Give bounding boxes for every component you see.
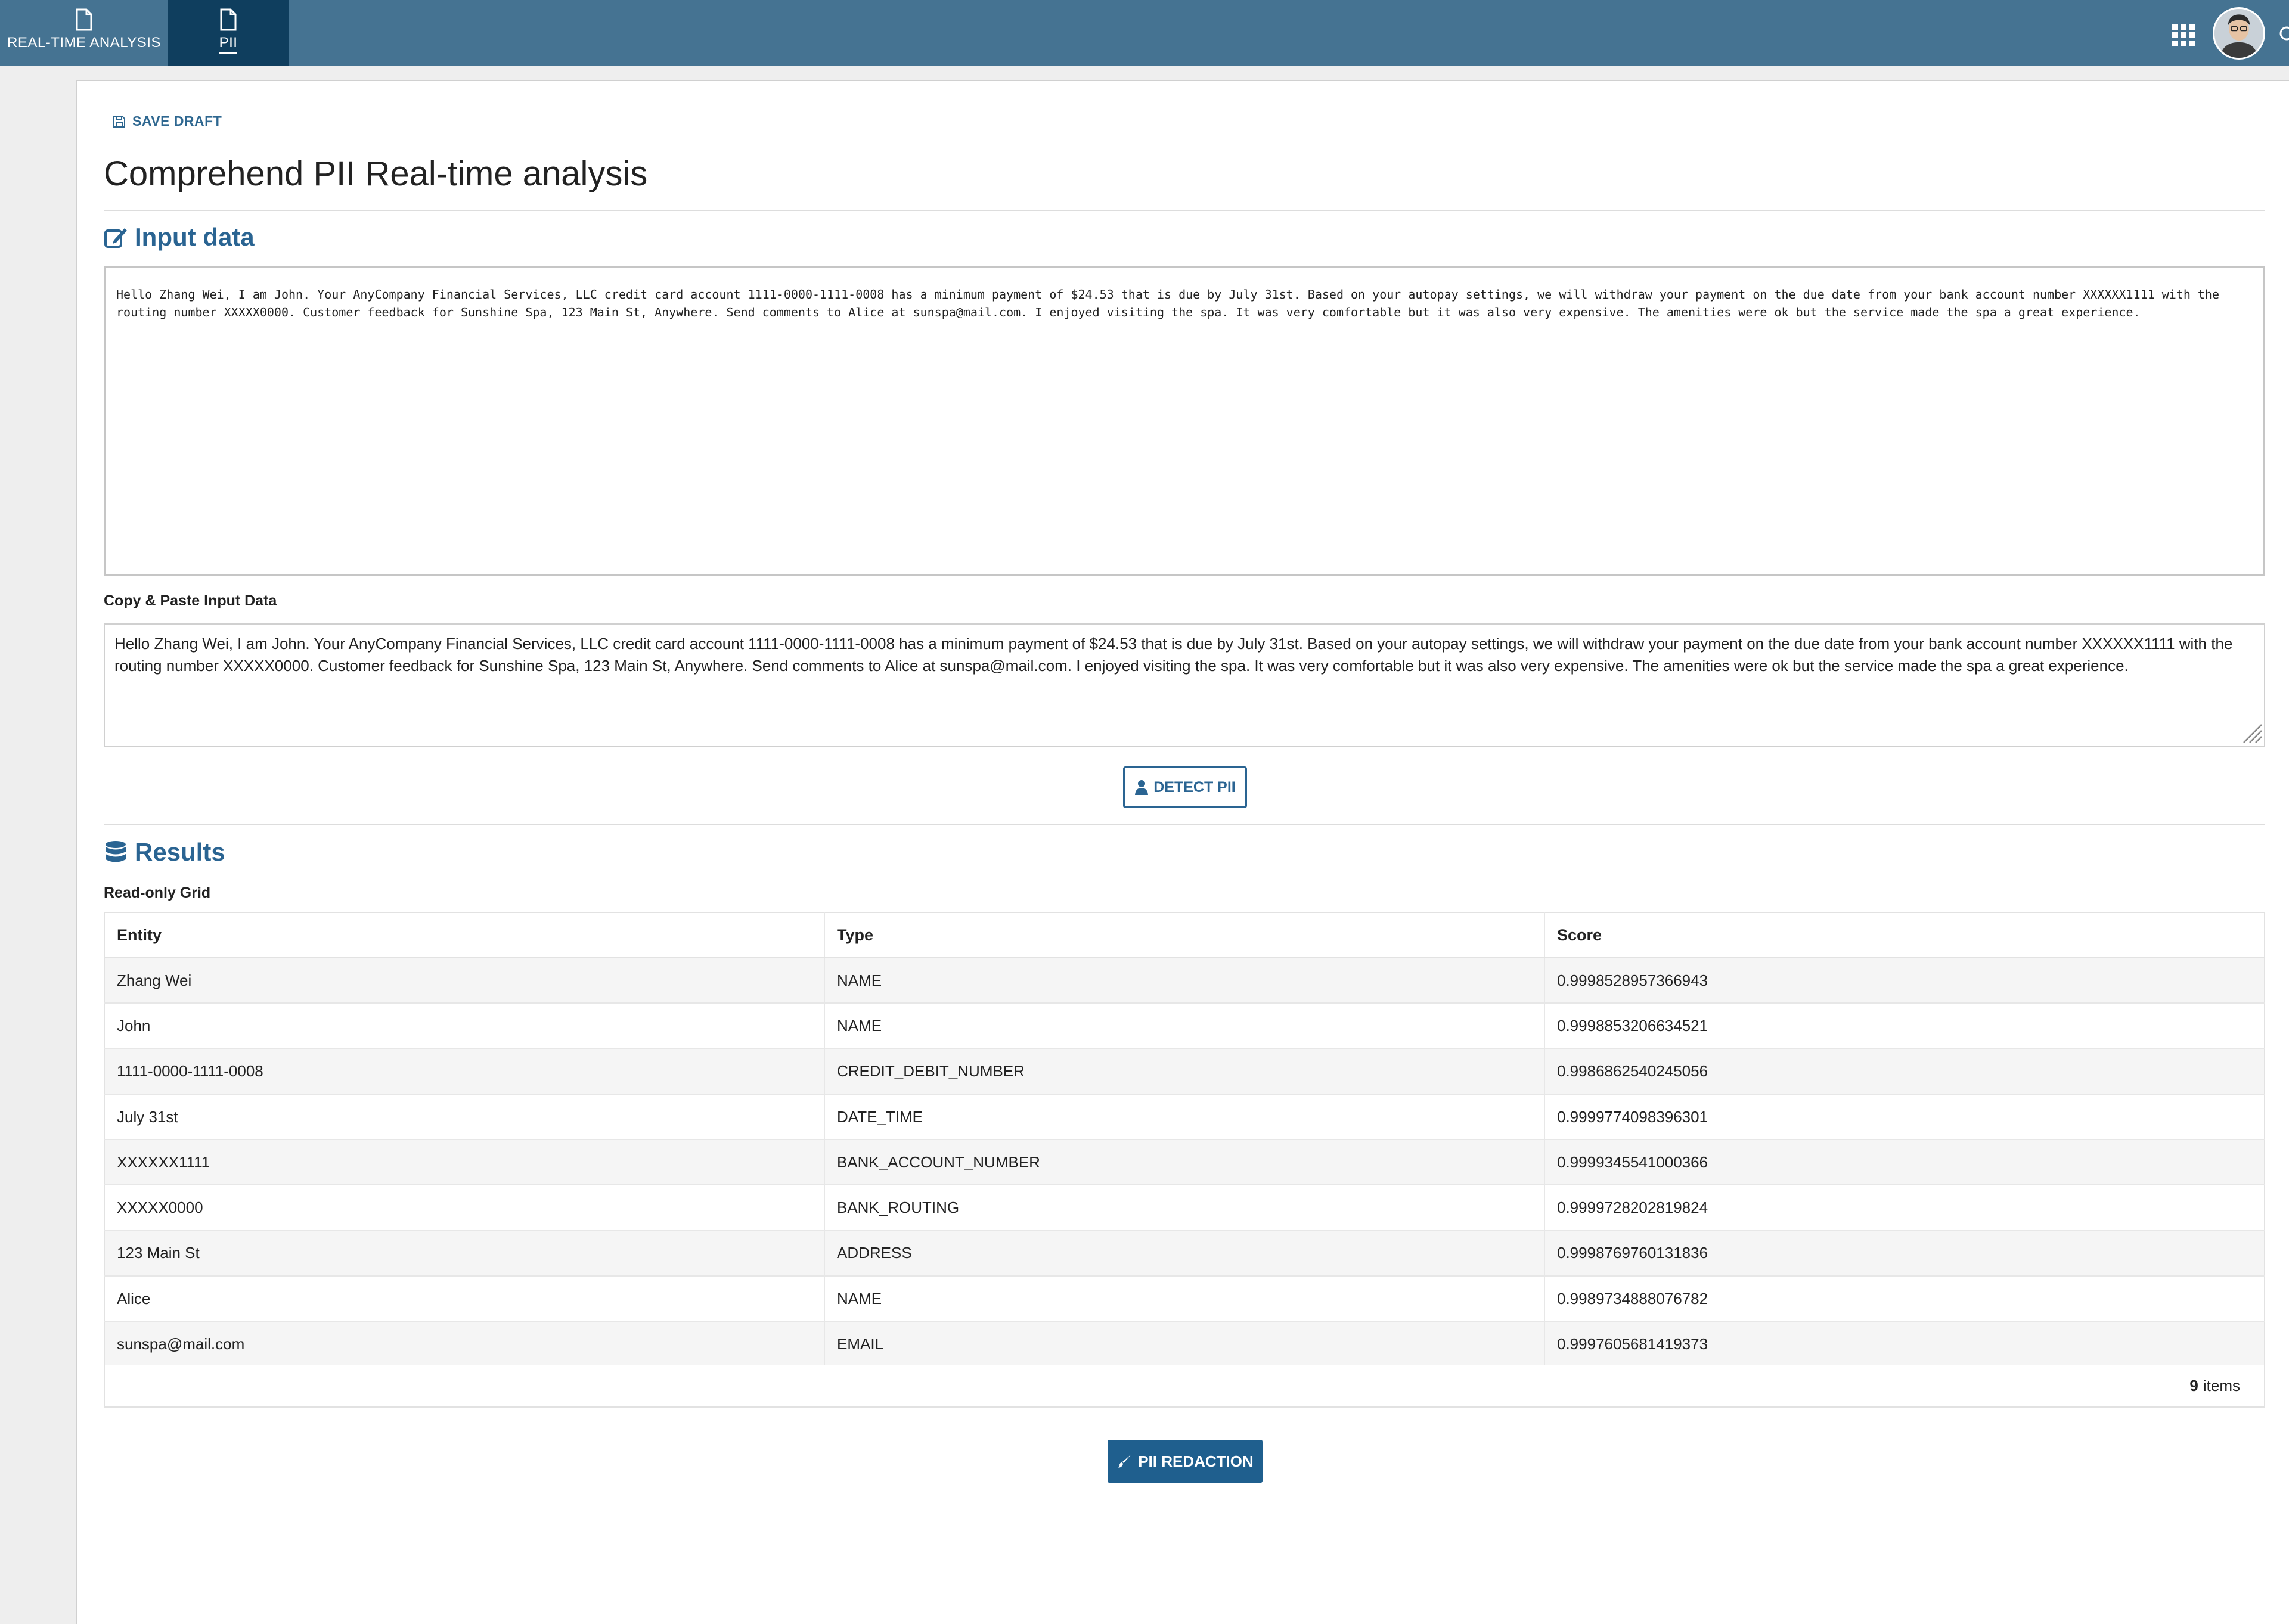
tab-label: PII <box>219 35 238 54</box>
column-header-type[interactable]: Type <box>824 912 1544 958</box>
tab-real-time-analysis[interactable]: REAL-TIME ANALYSIS <box>0 0 168 66</box>
table-row[interactable]: XXXXX0000 BANK_ROUTING 0.999972820281982… <box>104 1185 2265 1231</box>
cell-score: 0.9989734888076782 <box>1544 1276 2265 1322</box>
user-avatar[interactable] <box>2213 7 2265 60</box>
pii-redaction-button[interactable]: PII REDACTION <box>1108 1440 1263 1483</box>
detect-pii-label: DETECT PII <box>1153 778 1236 796</box>
database-icon <box>106 841 126 862</box>
column-header-score[interactable]: Score <box>1544 912 2265 958</box>
app-grid-icon[interactable] <box>2172 24 2195 46</box>
cell-score: 0.9998769760131836 <box>1544 1230 2265 1277</box>
read-only-grid-label: Read-only Grid <box>104 884 211 901</box>
paste-input-textarea[interactable] <box>104 623 2265 747</box>
item-count: 9 <box>2189 1376 2198 1395</box>
table-row[interactable]: Alice NAME 0.9989734888076782 <box>104 1276 2265 1322</box>
edit-icon <box>104 228 127 248</box>
cell-entity: sunspa@mail.com <box>104 1321 824 1368</box>
pii-redaction-label: PII REDACTION <box>1138 1452 1254 1470</box>
cell-type: ADDRESS <box>824 1230 1544 1277</box>
input-data-title: Input data <box>135 223 255 251</box>
cell-entity: John <box>104 1003 824 1049</box>
table-row[interactable]: John NAME 0.9998853206634521 <box>104 1003 2265 1049</box>
cell-type: DATE_TIME <box>824 1094 1544 1141</box>
table-row[interactable]: July 31st DATE_TIME 0.9999774098396301 <box>104 1094 2265 1141</box>
table-row[interactable]: sunspa@mail.com EMAIL 0.9997605681419373 <box>104 1321 2265 1368</box>
cell-score: 0.9999345541000366 <box>1544 1139 2265 1186</box>
cell-entity: XXXXX0000 <box>104 1185 824 1231</box>
cell-type: CREDIT_DEBIT_NUMBER <box>824 1048 1544 1095</box>
column-header-entity[interactable]: Entity <box>104 912 824 958</box>
paste-input-label: Copy & Paste Input Data <box>104 592 277 609</box>
table-header-row: Entity Type Score <box>104 912 2265 958</box>
floppy-disk-icon <box>113 115 125 128</box>
overflow-icon[interactable] <box>2278 21 2289 45</box>
input-data-heading: Input data <box>104 223 255 251</box>
save-draft-button[interactable]: SAVE DRAFT <box>112 113 222 129</box>
results-heading: Results <box>104 838 225 867</box>
results-grid: Entity Type Score Zhang Wei NAME 0.99985… <box>104 912 2265 1368</box>
cell-entity: 1111-0000-1111-0008 <box>104 1048 824 1095</box>
tab-label: REAL-TIME ANALYSIS <box>7 35 161 51</box>
grid-footer: 9 items <box>104 1365 2265 1408</box>
cell-score: 0.9999774098396301 <box>1544 1094 2265 1141</box>
page-title: Comprehend PII Real-time analysis <box>104 154 648 193</box>
table-row[interactable]: 123 Main St ADDRESS 0.9998769760131836 <box>104 1230 2265 1277</box>
cell-score: 0.9986862540245056 <box>1544 1048 2265 1095</box>
cell-score: 0.9998528957366943 <box>1544 958 2265 1004</box>
document-icon <box>220 8 237 31</box>
divider <box>104 210 2265 211</box>
cell-type: NAME <box>824 1276 1544 1322</box>
cell-type: NAME <box>824 958 1544 1004</box>
cell-type: BANK_ROUTING <box>824 1185 1544 1231</box>
divider <box>104 824 2265 825</box>
cell-entity: Zhang Wei <box>104 958 824 1004</box>
cell-type: BANK_ACCOUNT_NUMBER <box>824 1139 1544 1186</box>
cell-type: NAME <box>824 1003 1544 1049</box>
input-data-display[interactable]: Hello Zhang Wei, I am John. Your AnyComp… <box>104 266 2265 576</box>
user-photo-icon <box>2214 9 2263 58</box>
cell-entity: Alice <box>104 1276 824 1322</box>
tab-pii[interactable]: PII <box>168 0 289 66</box>
table-row[interactable]: Zhang Wei NAME 0.9998528957366943 <box>104 958 2265 1004</box>
document-icon <box>76 8 92 31</box>
table-row[interactable]: 1111-0000-1111-0008 CREDIT_DEBIT_NUMBER … <box>104 1048 2265 1095</box>
table-row[interactable]: XXXXXX1111 BANK_ACCOUNT_NUMBER 0.9999345… <box>104 1139 2265 1186</box>
user-icon <box>1135 780 1149 795</box>
cell-type: EMAIL <box>824 1321 1544 1368</box>
cell-entity: XXXXXX1111 <box>104 1139 824 1186</box>
item-count-suffix: items <box>2203 1376 2240 1395</box>
cell-score: 0.9997605681419373 <box>1544 1321 2265 1368</box>
resize-handle-icon[interactable] <box>2239 720 2263 744</box>
save-draft-label: SAVE DRAFT <box>132 113 222 129</box>
cell-score: 0.9999728202819824 <box>1544 1185 2265 1231</box>
cell-score: 0.9998853206634521 <box>1544 1003 2265 1049</box>
brush-icon <box>1118 1454 1132 1468</box>
top-nav-bar: REAL-TIME ANALYSIS PII <box>0 0 2289 66</box>
cell-entity: 123 Main St <box>104 1230 824 1277</box>
detect-pii-button[interactable]: DETECT PII <box>1123 766 1247 808</box>
results-title: Results <box>135 838 225 866</box>
cell-entity: July 31st <box>104 1094 824 1141</box>
